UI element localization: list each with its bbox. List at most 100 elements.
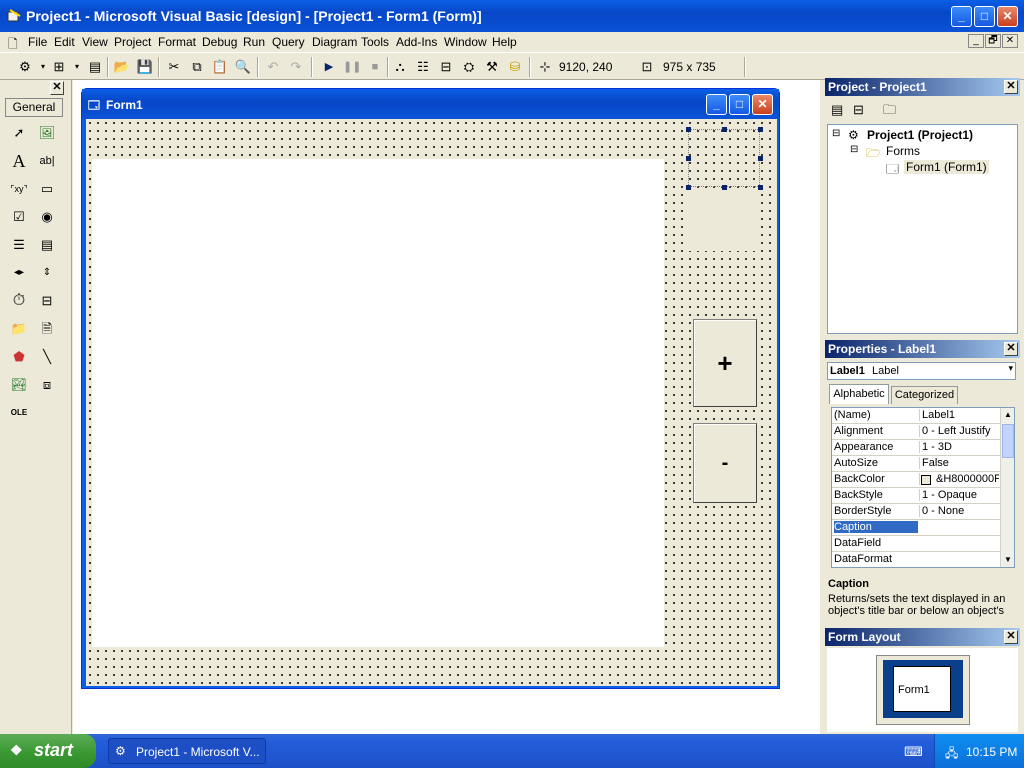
break-icon[interactable]: ❚❚ xyxy=(343,58,361,76)
minimize-button[interactable]: _ xyxy=(951,6,972,27)
form-designer-window[interactable]: 🗔 Form1 _ □ ✕ + - xyxy=(81,88,780,689)
minus-button[interactable]: - xyxy=(693,423,757,503)
menu-window[interactable]: Window xyxy=(444,35,487,49)
property-row[interactable]: BackColor &H8000000F xyxy=(832,472,1000,488)
frame-icon[interactable]: ⌜xy⌝ xyxy=(8,178,30,200)
menu-editor-icon[interactable]: ▤ xyxy=(86,58,104,76)
property-scrollbar[interactable]: ▲ ▼ xyxy=(1000,408,1014,567)
menu-help[interactable]: Help xyxy=(492,35,517,49)
property-row-selected[interactable]: Caption xyxy=(832,520,1000,536)
filelistbox-icon[interactable]: 🗎 xyxy=(36,318,58,340)
resize-handle[interactable] xyxy=(722,185,727,190)
close-button[interactable]: ✕ xyxy=(997,6,1018,27)
menu-format[interactable]: Format xyxy=(158,35,196,49)
selected-control[interactable] xyxy=(688,129,760,187)
menu-project[interactable]: Project xyxy=(114,35,151,49)
scroll-down-icon[interactable]: ▼ xyxy=(1001,553,1014,567)
add-project-icon[interactable]: ⚙ xyxy=(16,58,34,76)
form-layout-icon[interactable]: ⊟ xyxy=(437,58,455,76)
resize-handle[interactable] xyxy=(758,185,763,190)
form-maximize-button[interactable]: □ xyxy=(729,94,750,115)
taskbar-item-vb[interactable]: ⚙ Project1 - Microsoft V... xyxy=(108,738,266,764)
timer-icon[interactable]: ⏱ xyxy=(8,290,30,312)
object-browser-icon[interactable]: ⛭ xyxy=(460,58,478,76)
tree-form1-item[interactable]: Form1 (Form1) xyxy=(904,160,989,174)
optionbutton-icon[interactable]: ◉ xyxy=(36,206,58,228)
tree-project-root[interactable]: Project1 (Project1) xyxy=(867,128,973,142)
property-row[interactable]: AutoSize False xyxy=(832,456,1000,472)
menu-add-ins[interactable]: Add-Ins xyxy=(396,35,437,49)
form-close-button[interactable]: ✕ xyxy=(752,94,773,115)
scroll-thumb[interactable] xyxy=(1002,424,1014,458)
form-title-bar[interactable]: 🗔 Form1 _ □ ✕ xyxy=(82,89,779,119)
tab-categorized[interactable]: Categorized xyxy=(891,386,958,404)
form1-preview[interactable]: Form1 xyxy=(893,666,951,712)
data-icon[interactable]: ⧈ xyxy=(36,374,58,396)
plus-button[interactable]: + xyxy=(693,319,757,407)
property-row[interactable]: (Name) Label1 xyxy=(832,408,1000,424)
vscrollbar-icon[interactable]: ⇕ xyxy=(36,262,58,284)
commandbutton-icon[interactable]: ▭ xyxy=(36,178,58,200)
resize-handle[interactable] xyxy=(686,185,691,190)
end-icon[interactable]: ■ xyxy=(366,58,384,76)
form-layout-close-icon[interactable]: ✕ xyxy=(1004,630,1018,644)
copy-icon[interactable]: ⧉ xyxy=(188,58,206,76)
network-icon[interactable]: 🖧 xyxy=(945,744,958,765)
mdi-minimize-button[interactable]: _ xyxy=(968,34,984,48)
form-minimize-button[interactable]: _ xyxy=(706,94,727,115)
view-code-icon[interactable]: ▤ xyxy=(831,102,843,118)
toggle-folders-icon[interactable]: 🗀 xyxy=(883,101,896,123)
resize-handle[interactable] xyxy=(722,127,727,132)
menu-debug[interactable]: Debug xyxy=(202,35,237,49)
properties-panel-close-icon[interactable]: ✕ xyxy=(1004,342,1018,356)
scroll-up-icon[interactable]: ▲ xyxy=(1001,408,1014,422)
label1-control[interactable] xyxy=(92,159,664,647)
shape-icon[interactable]: ⬟ xyxy=(8,346,30,368)
paste-icon[interactable]: 📋 xyxy=(211,58,229,76)
properties-window-icon[interactable]: ☷ xyxy=(414,58,432,76)
menu-query[interactable]: Query xyxy=(272,35,305,49)
checkbox-icon[interactable]: ☑ xyxy=(8,206,30,228)
property-row[interactable]: DataField xyxy=(832,536,1000,552)
property-row[interactable]: DataFormat xyxy=(832,552,1000,567)
menu-run[interactable]: Run xyxy=(243,35,265,49)
pointer-icon[interactable]: ➚ xyxy=(8,122,30,144)
resize-handle[interactable] xyxy=(686,127,691,132)
property-row[interactable]: Appearance 1 - 3D xyxy=(832,440,1000,456)
toolbox-tab-general[interactable]: General xyxy=(5,98,63,117)
dirlistbox-icon[interactable]: 📁 xyxy=(8,318,30,340)
textbox-icon[interactable]: ab| xyxy=(36,150,58,172)
hscrollbar-icon[interactable]: ◂▸ xyxy=(8,262,30,284)
menu-tools[interactable]: Tools xyxy=(361,35,389,49)
resize-handle[interactable] xyxy=(686,156,691,161)
collapse-icon[interactable]: ⊟ xyxy=(832,128,840,139)
drivelistbox-icon[interactable]: ⊟ xyxy=(36,290,58,312)
data-view-icon[interactable]: ⛁ xyxy=(506,58,524,76)
toolbox-close-icon[interactable]: ✕ xyxy=(50,81,64,95)
chevron-down-icon[interactable]: ▾ xyxy=(1008,363,1013,374)
property-row[interactable]: BorderStyle 0 - None xyxy=(832,504,1000,520)
property-row[interactable]: Alignment 0 - Left Justify xyxy=(832,424,1000,440)
undo-icon[interactable]: ↶ xyxy=(264,58,282,76)
object-selector[interactable]: Label1 Label ▾ xyxy=(827,362,1016,380)
menu-edit[interactable]: Edit xyxy=(54,35,75,49)
resize-handle[interactable] xyxy=(758,156,763,161)
ole-icon[interactable]: OLE xyxy=(8,402,30,424)
form-canvas[interactable]: + - xyxy=(86,119,777,686)
menu-diagram[interactable]: Diagram xyxy=(312,35,357,49)
project-panel-close-icon[interactable]: ✕ xyxy=(1004,80,1018,94)
combobox-icon[interactable]: ☰ xyxy=(8,234,30,256)
mdi-close-button[interactable]: ✕ xyxy=(1002,34,1018,48)
property-row[interactable]: BackStyle 1 - Opaque xyxy=(832,488,1000,504)
toolbox-icon[interactable]: ⚒ xyxy=(483,58,501,76)
tab-alphabetic[interactable]: Alphabetic xyxy=(829,384,889,404)
menu-file[interactable]: File xyxy=(28,35,47,49)
menu-view[interactable]: View xyxy=(82,35,108,49)
project-explorer-icon[interactable]: ⛬ xyxy=(391,58,409,76)
listbox-icon[interactable]: ▤ xyxy=(36,234,58,256)
view-object-icon[interactable]: ⊟ xyxy=(853,102,864,118)
keyboard-icon[interactable]: ⌨ xyxy=(904,744,923,760)
redo-icon[interactable]: ↷ xyxy=(287,58,305,76)
find-icon[interactable]: 🔍 xyxy=(234,58,252,76)
cut-icon[interactable]: ✂ xyxy=(165,58,183,76)
